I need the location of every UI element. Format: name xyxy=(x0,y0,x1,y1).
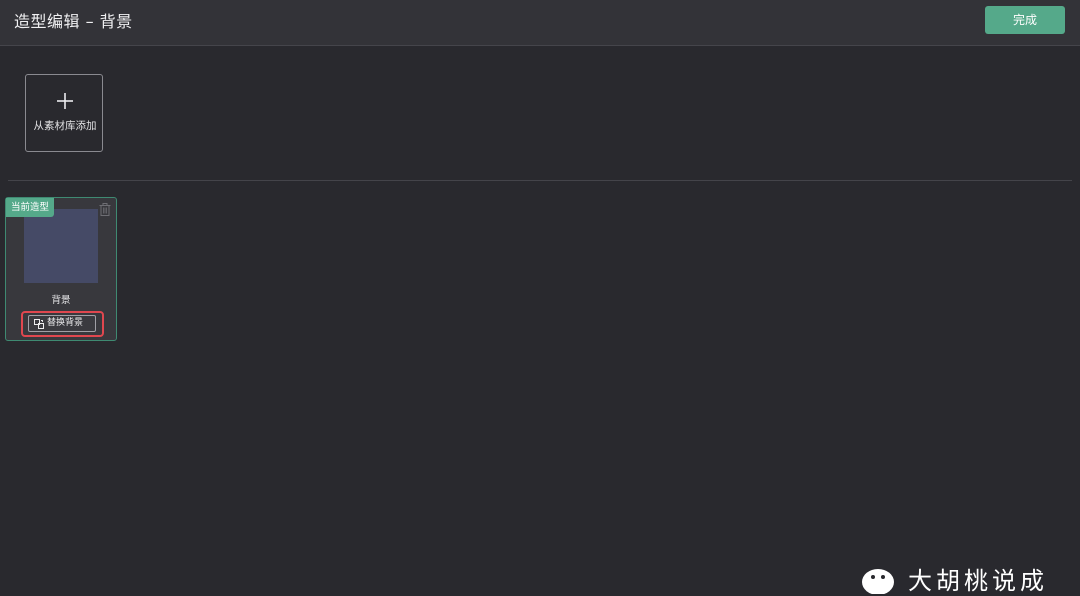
costume-card[interactable]: 当前造型 背景 替换背景 xyxy=(5,197,117,341)
add-from-library-button[interactable]: 从素材库添加 xyxy=(25,74,103,152)
add-from-library-label: 从素材库添加 xyxy=(33,120,97,132)
current-costume-badge: 当前造型 xyxy=(6,198,55,217)
plus-icon xyxy=(57,93,73,109)
trash-icon[interactable] xyxy=(99,203,111,216)
costume-name: 背景 xyxy=(51,295,71,306)
wechat-icon xyxy=(862,569,894,594)
replace-background-label: 替换背景 xyxy=(47,318,84,328)
replace-background-button[interactable]: 替换背景 xyxy=(28,315,96,332)
done-button[interactable]: 完成 xyxy=(985,6,1065,34)
section-divider xyxy=(8,180,1072,181)
costume-thumbnail xyxy=(24,209,98,283)
page-title: 造型编辑 – 背景 xyxy=(14,12,133,31)
watermark-text: 大胡桃说成 xyxy=(908,567,1048,595)
replace-image-icon xyxy=(34,319,44,329)
header-bar: 造型编辑 – 背景 完成 xyxy=(0,0,1080,46)
